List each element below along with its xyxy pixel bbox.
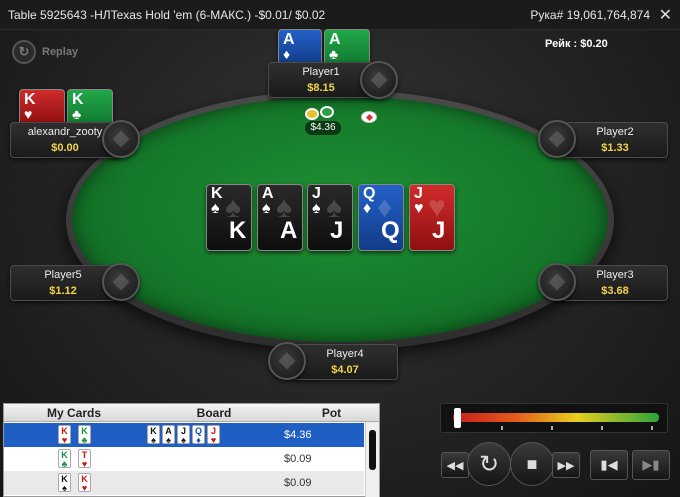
skip-back-icon: ▮◀ bbox=[600, 457, 618, 472]
mini-card: K ♣ bbox=[58, 449, 71, 469]
history-scrollbar[interactable] bbox=[365, 422, 379, 497]
close-icon[interactable]: ✕ bbox=[659, 5, 672, 25]
chip-icon bbox=[320, 106, 334, 118]
board-card: J ♥ ♥ J bbox=[409, 184, 455, 251]
player2-avatar[interactable] bbox=[538, 120, 576, 158]
col-pot: Pot bbox=[321, 406, 342, 420]
progress-bar bbox=[453, 413, 659, 422]
player-stack: $8.15 bbox=[307, 82, 335, 94]
rewind-icon: ◀◀ bbox=[446, 459, 464, 472]
board-card: A ♠ ♠ A bbox=[257, 184, 303, 251]
mini-card: J ♠ bbox=[177, 425, 190, 445]
player-name: Player5 bbox=[44, 269, 82, 281]
progress-tick bbox=[651, 426, 653, 430]
rewind-button[interactable]: ◀◀ bbox=[441, 452, 469, 478]
board-card: J ♠ ♠ J bbox=[307, 184, 353, 251]
hand-number: Рука# 19,061,764,874 bbox=[530, 8, 650, 22]
player4-avatar[interactable] bbox=[268, 342, 306, 380]
replay-label: Replay bbox=[42, 46, 79, 58]
board-card: Q ♦ ♦ Q bbox=[358, 184, 404, 251]
seat-player5[interactable]: Player5 $1.12 bbox=[10, 265, 116, 301]
window-title: Table 5925643 -НЛTexas Hold 'em (6-МАКС.… bbox=[8, 8, 326, 22]
progress-tick bbox=[501, 426, 503, 430]
player5-avatar[interactable] bbox=[102, 263, 140, 301]
replay-hand-button[interactable]: ↻ bbox=[467, 442, 511, 486]
player-stack: $4.07 bbox=[331, 364, 359, 376]
history-pot: $4.36 bbox=[284, 429, 312, 441]
fast-forward-icon: ▶▶ bbox=[557, 459, 575, 472]
player3-avatar[interactable] bbox=[538, 263, 576, 301]
skip-forward-icon: ▶▮ bbox=[642, 457, 660, 472]
mini-card: J ♥ bbox=[207, 425, 220, 445]
col-my-cards: My Cards bbox=[46, 406, 102, 420]
history-pot: $0.09 bbox=[284, 453, 312, 465]
history-pot: $0.09 bbox=[284, 477, 312, 489]
player1-card-2: A ♣ bbox=[324, 29, 370, 65]
player-name: Player1 bbox=[302, 66, 340, 78]
player-stack: $3.68 bbox=[601, 285, 629, 297]
history-row[interactable]: K ♣ T ♥ $0.09 bbox=[4, 447, 364, 471]
replay-icon: ↻ bbox=[478, 450, 500, 478]
scroll-thumb[interactable] bbox=[369, 430, 376, 470]
stop-button[interactable]: ■ bbox=[510, 442, 554, 486]
pot-amount: $4.36 bbox=[305, 121, 341, 135]
title-bar: Table 5925643 -НЛTexas Hold 'em (6-МАКС.… bbox=[0, 0, 680, 30]
replay-button[interactable]: ↻ Replay bbox=[12, 40, 78, 64]
progress-tick bbox=[601, 426, 603, 430]
player-stack: $1.33 bbox=[601, 142, 629, 154]
mini-card: K ♠ bbox=[147, 425, 160, 445]
next-street-button[interactable]: ▶▮ bbox=[632, 450, 670, 480]
player-stack: $1.12 bbox=[49, 285, 77, 297]
seat-player4[interactable]: Player4 $4.07 bbox=[292, 344, 398, 380]
player-name: Player3 bbox=[596, 269, 634, 281]
mini-card: K ♠ bbox=[58, 473, 71, 493]
hero-card-1: K ♥ bbox=[19, 89, 65, 125]
chip-icon bbox=[305, 108, 319, 120]
mini-card: K ♣ bbox=[78, 425, 91, 445]
history-header: My Cards Board Pot bbox=[4, 404, 379, 422]
replay-progress[interactable] bbox=[440, 403, 668, 433]
seat-player2[interactable]: Player2 $1.33 bbox=[562, 122, 668, 158]
alexandr-zooty-avatar[interactable] bbox=[102, 120, 140, 158]
mini-card: K ♥ bbox=[58, 425, 71, 445]
progress-handle[interactable] bbox=[454, 408, 461, 428]
fast-forward-button[interactable]: ▶▶ bbox=[552, 452, 580, 478]
progress-tick bbox=[551, 426, 553, 430]
hand-history-panel: My Cards Board Pot K ♥ K ♣ K ♠ A ♠ J ♠ Q ♦ J ♥ $4.36 K ♣… bbox=[3, 403, 380, 497]
stop-icon: ■ bbox=[526, 453, 538, 474]
player1-avatar[interactable] bbox=[360, 61, 398, 99]
mini-card: Q ♦ bbox=[192, 425, 205, 445]
first-street-button[interactable]: ▮◀ bbox=[590, 450, 628, 480]
board-card: K ♠ ♠ K bbox=[206, 184, 252, 251]
hero-card-2: K ♣ bbox=[67, 89, 113, 125]
history-row[interactable]: K ♥ K ♣ K ♠ A ♠ J ♠ Q ♦ J ♥ $4.36 bbox=[4, 423, 364, 447]
player-name: Player2 bbox=[596, 126, 634, 138]
seat-player1[interactable]: Player1 $8.15 bbox=[268, 62, 374, 98]
player1-card-1: A ♦ bbox=[278, 29, 322, 65]
mini-card: K ♥ bbox=[78, 473, 91, 493]
replay-icon: ↻ bbox=[12, 40, 36, 64]
seat-player3[interactable]: Player3 $3.68 bbox=[562, 265, 668, 301]
dealer-button-icon bbox=[361, 111, 377, 123]
rake-label: Рейк : $0.20 bbox=[545, 38, 608, 50]
col-board: Board bbox=[196, 406, 232, 420]
history-row[interactable]: K ♠ K ♥ $0.09 bbox=[4, 471, 364, 495]
player-name: Player4 bbox=[326, 348, 364, 360]
mini-card: A ♠ bbox=[162, 425, 175, 445]
mini-card: T ♥ bbox=[78, 449, 91, 469]
